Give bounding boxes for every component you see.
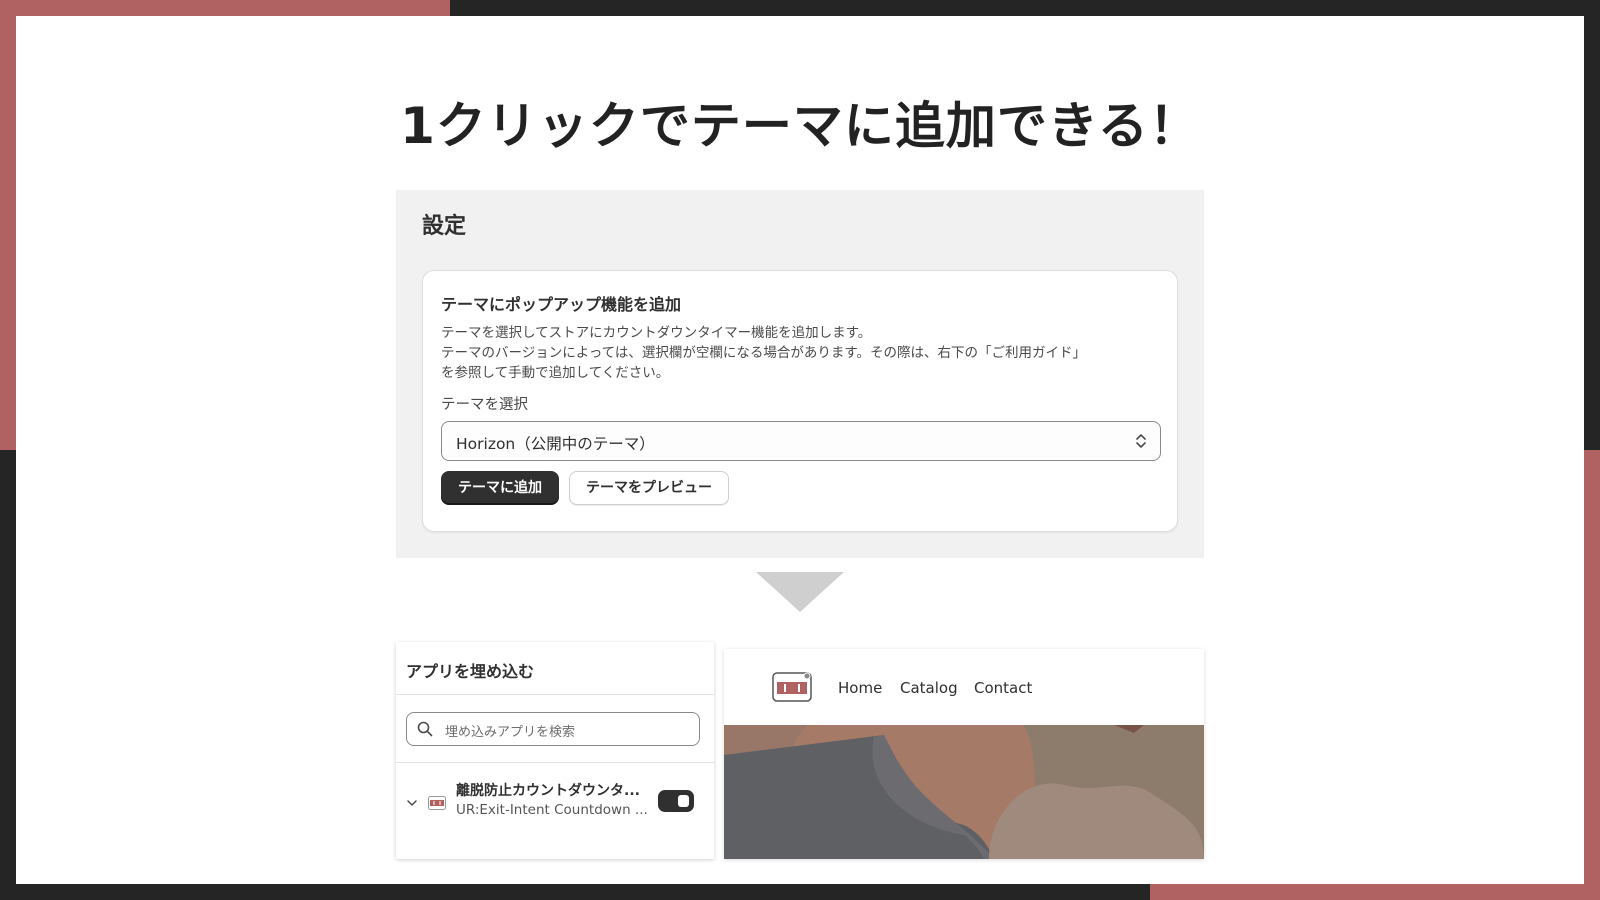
frame-accent-right xyxy=(1584,450,1600,900)
chevron-up-down-icon xyxy=(1136,434,1146,448)
add-to-theme-button[interactable]: テーマに追加 xyxy=(441,471,559,505)
nav-link-catalog[interactable]: Catalog xyxy=(900,679,958,697)
app-embed-toggle[interactable] xyxy=(658,790,694,812)
app-embed-search[interactable]: 埋め込みアプリを検索 xyxy=(406,712,700,746)
card-description-line: を参照して手動で追加してください。 xyxy=(441,365,670,381)
hero-image xyxy=(724,725,1204,859)
nav-link-home[interactable]: Home xyxy=(838,679,882,697)
slide: 1クリックでテーマに追加できる！ 設定 テーマにポップアップ機能を追加 テーマを… xyxy=(16,16,1584,884)
preview-theme-button[interactable]: テーマをプレビュー xyxy=(569,471,729,505)
theme-select[interactable]: Horizon（公開中のテーマ） xyxy=(441,421,1161,461)
frame-accent-top-left xyxy=(0,0,450,16)
settings-heading: 設定 xyxy=(422,214,467,239)
theme-select-value: Horizon（公開中のテーマ） xyxy=(456,435,655,453)
divider xyxy=(396,762,714,763)
add-theme-card: テーマにポップアップ機能を追加 テーマを選択してストアにカウントダウンタイマー機… xyxy=(422,270,1178,532)
chevron-down-icon[interactable] xyxy=(406,798,418,808)
card-description-line: テーマを選択してストアにカウントダウンタイマー機能を追加します。 xyxy=(441,325,872,341)
search-icon xyxy=(417,721,433,737)
store-preview: Home Catalog Contact xyxy=(724,649,1204,859)
nav-link-contact[interactable]: Contact xyxy=(974,679,1032,697)
card-title: テーマにポップアップ機能を追加 xyxy=(441,295,682,314)
app-embed-subtitle: UR:Exit-Intent Countdown ... xyxy=(456,802,648,818)
app-embed-name: 離脱防止カウントダウンタ... xyxy=(456,783,640,799)
app-embed-search-input[interactable]: 埋め込みアプリを検索 xyxy=(445,721,575,740)
app-embed-panel: アプリを埋め込む 埋め込みアプリを検索 離脱防止カウントダウンタ... UR:E… xyxy=(396,642,714,859)
card-description-line: テーマのバージョンによっては、選択欄が空欄になる場合があります。その際は、右下の… xyxy=(441,345,1087,361)
divider xyxy=(396,694,714,695)
store-logo-icon xyxy=(772,672,812,702)
frame-accent-bottom-right xyxy=(1150,884,1600,900)
app-embed-title: アプリを埋め込む xyxy=(406,662,535,681)
slide-title: 1クリックでテーマに追加できる！ xyxy=(400,97,1200,155)
settings-panel: 設定 テーマにポップアップ機能を追加 テーマを選択してストアにカウントダウンタイ… xyxy=(396,190,1204,558)
app-embed-row: 離脱防止カウントダウンタ... UR:Exit-Intent Countdown… xyxy=(396,772,714,832)
triangle-down-icon xyxy=(756,572,844,612)
card-description: テーマを選択してストアにカウントダウンタイマー機能を追加します。 テーマのバージ… xyxy=(441,323,1161,383)
theme-select-label: テーマを選択 xyxy=(441,397,528,413)
frame-accent-left xyxy=(0,0,16,450)
app-logo-icon xyxy=(428,796,446,810)
toggle-knob xyxy=(678,795,689,807)
